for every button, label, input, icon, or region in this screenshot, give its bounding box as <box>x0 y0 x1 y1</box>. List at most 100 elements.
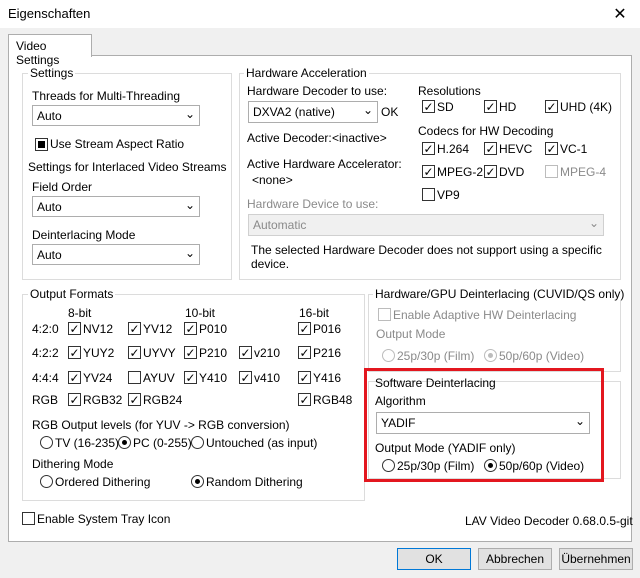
fmt-rgb48-checkbox[interactable]: ✓ <box>298 392 311 407</box>
hw-device-select[interactable]: Automatic ⌄ <box>248 214 604 236</box>
res-uhd-checkbox[interactable]: ✓ <box>545 100 558 114</box>
hw-adaptive-checkbox[interactable] <box>378 308 391 321</box>
fmt-v410-checkbox[interactable]: ✓ <box>239 371 252 385</box>
hw-deint-title: Hardware/GPU Deinterlacing (CUVID/QS onl… <box>373 287 627 301</box>
col-8bit-label: 8-bit <box>68 306 92 320</box>
fmt-yuy2-checkbox[interactable]: ✓ <box>68 346 81 360</box>
res-sd-label: SD <box>437 100 454 114</box>
fmt-y410-label: Y410 <box>199 371 228 385</box>
codec-hevc-label: HEVC <box>499 142 533 156</box>
row-444-label: 4:4:4 <box>32 371 59 385</box>
threads-label: Threads for Multi-Threading <box>32 89 181 103</box>
codec-mpeg4-label: MPEG-4 <box>560 165 607 179</box>
codec-hevc-checkbox[interactable]: ✓ <box>484 141 497 156</box>
checkmark-icon: ✓ <box>299 370 310 385</box>
checkmark-icon: ✓ <box>423 99 434 114</box>
fmt-p016-checkbox[interactable]: ✓ <box>298 322 311 336</box>
sw-algorithm-select[interactable]: YADIF ⌄ <box>376 412 590 434</box>
codec-h264-label: H.264 <box>437 142 470 156</box>
fmt-yv12-checkbox[interactable]: ✓ <box>128 322 141 336</box>
fmt-rgb48-label: RGB48 <box>313 393 353 407</box>
fmt-rgb32-checkbox[interactable]: ✓ <box>68 393 81 407</box>
close-icon[interactable]: ✕ <box>600 0 640 28</box>
codec-mpeg2-checkbox[interactable]: ✓ <box>422 165 435 179</box>
apply-button[interactable]: Übernehmen <box>559 548 633 570</box>
tab-label: Video Settings <box>16 39 60 67</box>
tray-icon-checkbox[interactable] <box>22 512 35 525</box>
fmt-p010-checkbox[interactable]: ✓ <box>184 321 197 336</box>
fmt-yuy2-label: YUY2 <box>83 346 115 360</box>
active-accel-value: <none> <box>252 173 293 187</box>
sw-deint-title: Software Deinterlacing <box>375 376 496 390</box>
hw-output-mode-label: Output Mode <box>376 327 446 341</box>
checked-indicator-icon <box>38 141 45 148</box>
stream-aspect-checkbox[interactable] <box>35 138 48 151</box>
chevron-down-icon: ⌄ <box>184 198 195 212</box>
checkmark-icon: ✓ <box>129 392 140 407</box>
cancel-button[interactable]: Abbrechen <box>478 548 552 570</box>
codec-h264-checkbox[interactable]: ✓ <box>422 142 435 156</box>
dither-label: Dithering Mode <box>32 457 114 471</box>
hw-device-label: Hardware Device to use: <box>247 197 379 211</box>
rgb-untouched-radio[interactable] <box>191 436 204 449</box>
fmt-y416-checkbox[interactable]: ✓ <box>298 370 311 385</box>
fmt-p216-checkbox[interactable]: ✓ <box>298 346 311 360</box>
checkmark-icon: ✓ <box>485 164 496 179</box>
sw-algorithm-label: Algorithm <box>375 394 426 408</box>
hw-film-label: 25p/30p (Film) <box>397 349 475 363</box>
checkmark-icon: ✓ <box>485 141 496 156</box>
title-bar <box>0 0 640 28</box>
fmt-p010-label: P010 <box>199 322 228 336</box>
sw-video-radio[interactable] <box>484 459 497 472</box>
sw-film-radio[interactable] <box>382 459 395 472</box>
checkmark-icon: ✓ <box>546 141 557 156</box>
output-formats-title: Output Formats <box>28 287 116 301</box>
fmt-v210-checkbox[interactable]: ✓ <box>239 346 252 360</box>
sw-film-label: 25p/30p (Film) <box>397 459 475 473</box>
res-hd-label: HD <box>499 100 517 114</box>
sw-output-mode-label: Output Mode (YADIF only) <box>375 441 516 455</box>
active-decoder-value: <inactive> <box>332 131 387 145</box>
fmt-yv24-checkbox[interactable]: ✓ <box>68 371 81 385</box>
fmt-p216-label: P216 <box>313 346 342 360</box>
hw-video-radio[interactable] <box>484 349 497 362</box>
res-sd-checkbox[interactable]: ✓ <box>422 99 435 114</box>
dither-random-radio[interactable] <box>191 475 204 488</box>
dither-ordered-radio[interactable] <box>40 475 53 488</box>
tray-icon-label: Enable System Tray Icon <box>37 512 171 526</box>
threads-select[interactable]: Auto ⌄ <box>32 105 200 126</box>
hw-decoder-select[interactable]: DXVA2 (native) ⌄ <box>248 101 378 123</box>
field-order-label: Field Order <box>32 180 93 194</box>
fmt-uyvy-checkbox[interactable]: ✓ <box>128 346 141 360</box>
tab-video-settings[interactable]: Video Settings <box>8 34 92 67</box>
checkmark-icon: ✓ <box>299 392 310 407</box>
sw-video-label: 50p/60p (Video) <box>499 459 585 473</box>
res-uhd-label: UHD (4K) <box>560 100 613 114</box>
deint-mode-select[interactable]: Auto ⌄ <box>32 244 200 265</box>
fmt-nv12-checkbox[interactable]: ✓ <box>68 322 81 336</box>
row-422-label: 4:2:2 <box>32 346 59 360</box>
fmt-ayuv-checkbox[interactable] <box>128 371 141 384</box>
checkmark-icon: ✓ <box>185 321 196 336</box>
chevron-down-icon: ⌄ <box>588 216 599 230</box>
fmt-rgb24-label: RGB24 <box>143 393 183 407</box>
fmt-rgb24-checkbox[interactable]: ✓ <box>128 392 141 407</box>
rgb-tv-label: TV (16-235) <box>55 436 120 450</box>
hwaccel-group-title: Hardware Acceleration <box>244 66 369 80</box>
rgb-pc-radio[interactable] <box>118 436 131 449</box>
interlaced-label: Settings for Interlaced Video Streams <box>28 160 227 174</box>
hw-device-note: The selected Hardware Decoder does not s… <box>251 243 602 271</box>
rgb-tv-radio[interactable] <box>40 436 53 449</box>
ok-button[interactable]: OK <box>397 548 471 570</box>
res-hd-checkbox[interactable]: ✓ <box>484 100 497 114</box>
codec-dvd-checkbox[interactable]: ✓ <box>484 164 497 179</box>
fmt-p210-checkbox[interactable]: ✓ <box>184 346 197 360</box>
codec-vp9-checkbox[interactable] <box>422 188 435 201</box>
col-10bit-label: 10-bit <box>185 306 216 320</box>
field-order-select[interactable]: Auto ⌄ <box>32 196 200 217</box>
hw-film-radio[interactable] <box>382 349 395 362</box>
fmt-y410-checkbox[interactable]: ✓ <box>184 371 197 385</box>
codec-vc1-checkbox[interactable]: ✓ <box>545 141 558 156</box>
chevron-down-icon: ⌄ <box>574 414 585 428</box>
codec-mpeg4-checkbox[interactable] <box>545 165 558 178</box>
